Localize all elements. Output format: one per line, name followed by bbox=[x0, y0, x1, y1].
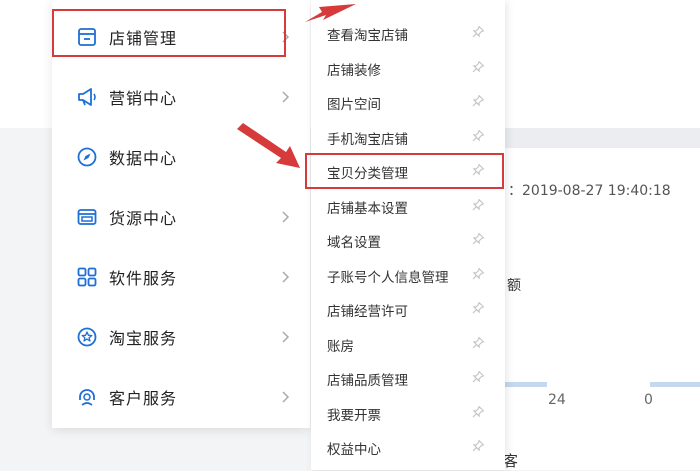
pin-icon[interactable] bbox=[471, 405, 485, 419]
pin-icon[interactable] bbox=[471, 94, 485, 108]
submenu-item-label: 店铺装修 bbox=[327, 62, 381, 79]
submenu-item-benefits-center[interactable]: 权益中心 bbox=[311, 430, 505, 464]
chevron-right-icon bbox=[282, 211, 290, 223]
section-label-fragment: 客 bbox=[503, 452, 519, 470]
submenu-item-label: 查看淘宝店铺 bbox=[327, 28, 408, 44]
menu-item-software-services[interactable]: 软件服务 bbox=[52, 247, 310, 307]
pin-icon[interactable] bbox=[471, 370, 485, 384]
submenu-item-mobile-store[interactable]: 手机淘宝店铺 bbox=[311, 120, 505, 154]
menu-item-label: 货源中心 bbox=[109, 209, 178, 228]
submenu-item-label: 子账号个人信息管理 bbox=[327, 269, 449, 286]
submenu-item-domain-settings[interactable]: 域名设置 bbox=[311, 223, 505, 257]
submenu-item-label: 我要开票 bbox=[327, 407, 381, 424]
pin-icon[interactable] bbox=[471, 198, 485, 212]
submenu-item-label: 手机淘宝店铺 bbox=[327, 131, 408, 148]
submenu-item-business-license[interactable]: 店铺经营许可 bbox=[311, 292, 505, 326]
grid-icon bbox=[77, 267, 97, 287]
pin-icon[interactable] bbox=[471, 60, 485, 74]
submenu-item-label: 账房 bbox=[327, 338, 354, 355]
submenu-item-image-space[interactable]: 图片空间 bbox=[311, 85, 505, 119]
submenu-item-label: 店铺品质管理 bbox=[327, 373, 408, 389]
pin-icon[interactable] bbox=[471, 336, 485, 350]
menu-item-customer-service[interactable]: 客户服务 bbox=[52, 367, 310, 427]
store-management-submenu: 查看淘宝店铺 店铺装修 图片空间 手机淘宝店铺 宝贝分类管理 店铺基本设置 域名… bbox=[311, 0, 505, 470]
menu-item-taobao-services[interactable]: 淘宝服务 bbox=[52, 307, 310, 367]
megaphone-icon bbox=[78, 88, 96, 106]
submenu-item-label: 域名设置 bbox=[327, 235, 381, 251]
chart-bar bbox=[650, 382, 700, 387]
pin-icon[interactable] bbox=[471, 232, 485, 246]
chevron-right-icon bbox=[282, 271, 290, 283]
submenu-item-label: 店铺经营许可 bbox=[327, 304, 408, 320]
submenu-item-label: 图片空间 bbox=[327, 97, 381, 113]
chevron-right-icon bbox=[282, 331, 290, 343]
pin-icon[interactable] bbox=[471, 129, 485, 143]
chart-bar bbox=[505, 382, 547, 387]
window-icon bbox=[77, 209, 97, 225]
menu-item-label: 营销中心 bbox=[109, 89, 178, 108]
stat-value: 0 bbox=[644, 392, 653, 408]
chevron-right-icon bbox=[282, 151, 290, 163]
compass-icon bbox=[77, 147, 97, 167]
submenu-item-subaccount-info[interactable]: 子账号个人信息管理 bbox=[311, 258, 505, 292]
stat-label-fragment: 额 bbox=[507, 278, 521, 294]
menu-item-supply-center[interactable]: 货源中心 bbox=[52, 187, 310, 247]
menu-item-label: 数据中心 bbox=[109, 149, 178, 168]
pin-icon[interactable] bbox=[471, 25, 485, 39]
menu-item-label: 软件服务 bbox=[109, 269, 178, 288]
submenu-item-invoice[interactable]: 我要开票 bbox=[311, 396, 505, 430]
menu-item-marketing-center[interactable]: 营销中心 bbox=[52, 67, 310, 127]
section-band bbox=[505, 128, 700, 148]
chevron-right-icon bbox=[282, 391, 290, 403]
submenu-item-basic-settings[interactable]: 店铺基本设置 bbox=[311, 189, 505, 223]
highlight-box-store-management bbox=[52, 9, 286, 57]
pin-icon[interactable] bbox=[471, 267, 485, 281]
submenu-item-label: 店铺基本设置 bbox=[327, 200, 408, 217]
submenu-item-view-store[interactable]: 查看淘宝店铺 bbox=[311, 16, 505, 50]
star-badge-icon bbox=[77, 327, 97, 347]
pin-icon[interactable] bbox=[471, 301, 485, 315]
menu-item-data-center[interactable]: 数据中心 bbox=[52, 127, 310, 187]
submenu-item-quality-management[interactable]: 店铺品质管理 bbox=[311, 361, 505, 395]
submenu-item-label: 权益中心 bbox=[327, 442, 381, 458]
chevron-right-icon bbox=[282, 91, 290, 103]
highlight-box-category-management bbox=[305, 153, 504, 189]
submenu-item-accounts[interactable]: 账房 bbox=[311, 327, 505, 361]
headset-icon bbox=[79, 389, 95, 406]
side-menu: 店铺管理 营销中心 数据中心 货源中心 软件服务 淘宝服务 客户服务 bbox=[52, 0, 310, 428]
last-login-timestamp: ：2019-08-27 19:40:18 bbox=[508, 183, 671, 199]
menu-item-label: 淘宝服务 bbox=[109, 329, 178, 348]
pin-icon[interactable] bbox=[471, 439, 485, 453]
submenu-item-store-decoration[interactable]: 店铺装修 bbox=[311, 51, 505, 85]
menu-item-label: 客户服务 bbox=[109, 389, 178, 408]
stat-value: 24 bbox=[548, 392, 566, 408]
